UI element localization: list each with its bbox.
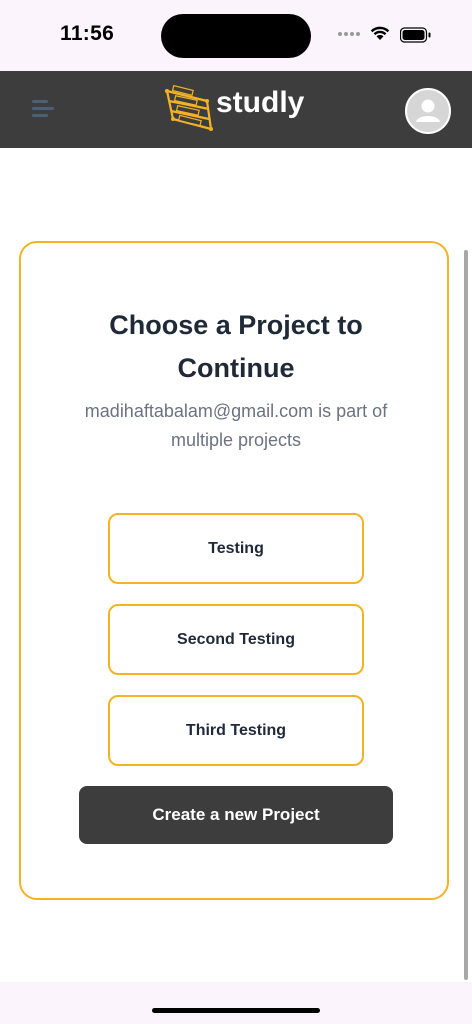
wifi-icon: [370, 26, 390, 40]
home-indicator[interactable]: [152, 1008, 320, 1013]
hamburger-menu-icon[interactable]: [32, 100, 56, 120]
avatar-person-icon: [416, 99, 440, 122]
status-bar: 11:56: [0, 0, 472, 71]
project-button-testing[interactable]: Testing: [108, 513, 364, 584]
dynamic-island: [161, 14, 311, 58]
studly-logo-icon: [165, 85, 213, 131]
project-button-second-testing[interactable]: Second Testing: [108, 604, 364, 675]
scrollbar[interactable]: [464, 250, 468, 980]
app-name: studly: [216, 86, 305, 119]
bottom-safe-area: [0, 982, 472, 1024]
page-subtitle: madihaftabalam@gmail.com is part of mult…: [84, 401, 388, 450]
signal-dots-icon: [338, 32, 362, 50]
battery-icon: [400, 27, 431, 43]
page-title: Choose a Project to Continue: [109, 310, 363, 383]
user-avatar-icon[interactable]: [405, 88, 451, 134]
project-button-third-testing[interactable]: Third Testing: [108, 695, 364, 766]
create-project-button[interactable]: Create a new Project: [79, 786, 393, 844]
status-time: 11:56: [60, 22, 115, 45]
